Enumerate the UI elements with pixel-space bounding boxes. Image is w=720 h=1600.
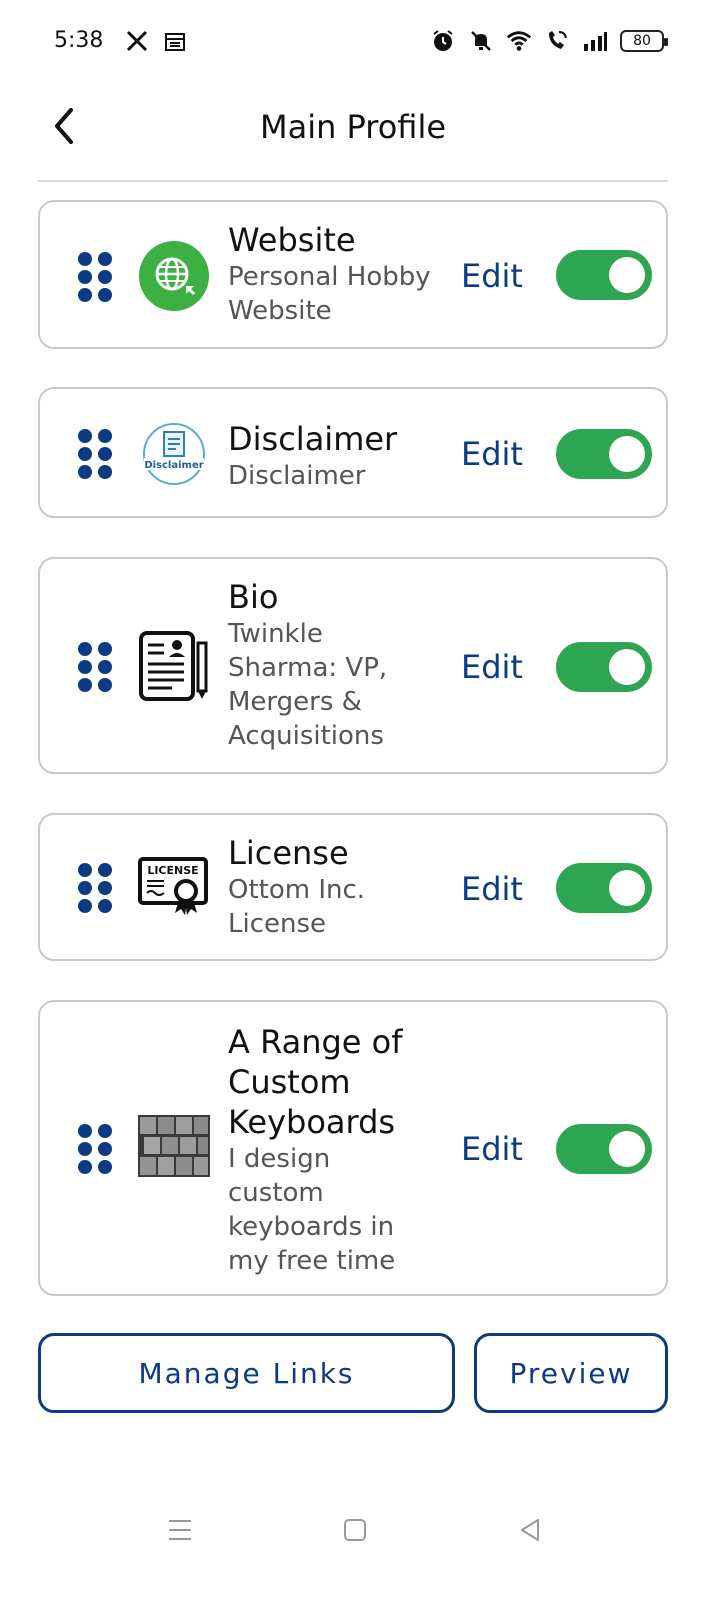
drag-handle-icon[interactable] [78, 642, 112, 692]
card-subtitle: Disclaimer [228, 461, 366, 491]
status-time: 5:38 [54, 28, 104, 53]
signal-icon [582, 28, 608, 54]
card-subtitle: Personal Hobby Website [228, 262, 431, 326]
bio-document-icon [138, 631, 210, 703]
enable-toggle[interactable] [556, 250, 652, 300]
battery-indicator: 80 [620, 30, 668, 52]
drag-handle-icon[interactable] [78, 1124, 112, 1174]
system-nav-bar [0, 1500, 720, 1560]
card-title: Disclaimer [228, 420, 398, 458]
enable-toggle[interactable] [556, 1124, 652, 1174]
back-icon[interactable] [510, 1510, 550, 1550]
page-title: Main Profile [259, 108, 447, 146]
x-icon [124, 28, 150, 54]
calendar-icon [162, 28, 188, 54]
enable-toggle[interactable] [556, 863, 652, 913]
card-title: Bio [228, 578, 279, 616]
edit-button[interactable]: Edit [461, 257, 523, 295]
drag-handle-icon[interactable] [78, 863, 112, 913]
edit-button[interactable]: Edit [461, 1130, 523, 1168]
disclaimer-icon: Disclaimer [138, 418, 210, 490]
license-icon: LICENSE [138, 853, 210, 925]
alarm-icon [430, 28, 456, 54]
link-card-website[interactable]: Website Personal Hobby Website Edit [38, 200, 668, 349]
enable-toggle[interactable] [556, 429, 652, 479]
link-card-keyboards[interactable]: A Range of Custom Keyboards I design cus… [38, 1000, 668, 1296]
page-header: Main Profile [38, 90, 668, 182]
drag-handle-icon[interactable] [78, 429, 112, 479]
card-subtitle: I design custom keyboards in my free tim… [228, 1144, 396, 1276]
status-bar: 5:38 80 [0, 0, 720, 84]
edit-button[interactable]: Edit [461, 435, 523, 473]
card-subtitle: Twinkle Sharma: VP, Mergers & Acquisitio… [228, 619, 388, 751]
edit-button[interactable]: Edit [461, 870, 523, 908]
wifi-icon [506, 28, 532, 54]
wifi-call-icon [544, 28, 570, 54]
globe-icon [138, 240, 210, 312]
preview-button[interactable]: Preview [474, 1333, 668, 1413]
svg-text:Disclaimer: Disclaimer [144, 460, 203, 471]
edit-button[interactable]: Edit [461, 648, 523, 686]
link-card-bio[interactable]: Bio Twinkle Sharma: VP, Mergers & Acquis… [38, 557, 668, 774]
card-title: A Range of Custom Keyboards [228, 1023, 403, 1141]
drag-handle-icon[interactable] [78, 252, 112, 302]
svg-text:LICENSE: LICENSE [147, 864, 198, 877]
link-card-license[interactable]: LICENSE License Ottom Inc. License Edit [38, 813, 668, 961]
card-title: License [228, 834, 349, 872]
keyboard-photo [138, 1113, 210, 1179]
menu-icon[interactable] [160, 1510, 200, 1550]
card-subtitle: Ottom Inc. License [228, 875, 366, 939]
home-icon[interactable] [335, 1510, 375, 1550]
manage-links-button[interactable]: Manage Links [38, 1333, 455, 1413]
link-card-disclaimer[interactable]: Disclaimer Disclaimer Disclaimer Edit [38, 387, 668, 518]
mute-icon [468, 28, 494, 54]
card-title: Website [228, 221, 356, 259]
enable-toggle[interactable] [556, 642, 652, 692]
